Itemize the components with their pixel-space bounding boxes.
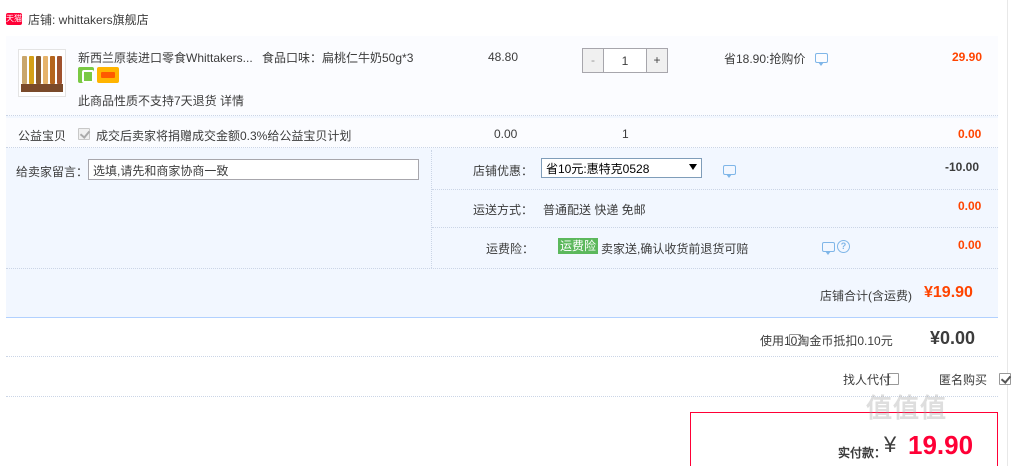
anonymous-purchase-label[interactable]: 匿名购买 <box>939 371 987 388</box>
shop-promo-select[interactable]: 省10元:惠特克0528 <box>541 158 702 178</box>
charity-text: 成交后卖家将捐赠成交金额0.3%给公益宝贝计划 <box>96 129 352 143</box>
payment-amount: 19.90 <box>908 430 974 460</box>
anonymous-purchase-checkbox[interactable] <box>998 373 1011 385</box>
shipping-amount: 0.00 <box>958 199 982 213</box>
product-thumbnail[interactable] <box>18 49 66 97</box>
insurance-label: 运费险： <box>486 242 535 256</box>
shop-promo-selected: 省10元:惠特克0528 <box>546 162 650 176</box>
shop-subtotal-amount: ¥19.90 <box>924 284 973 301</box>
return-policy-note[interactable]: 此商品性质不支持7天退货 详情 <box>78 92 244 109</box>
shop-promo-amount: -10.00 <box>945 160 980 174</box>
product-sku: 食品口味：扁桃仁牛奶50g*3 <box>262 51 414 65</box>
shop-subtotal-label: 店铺合计(含运费) <box>820 289 912 303</box>
option-separator <box>432 227 998 228</box>
payment-currency: ¥ <box>884 432 897 457</box>
product-title-link[interactable]: 新西兰原装进口零食Whittakers... <box>78 49 253 66</box>
insurance-icons: ? <box>822 240 850 255</box>
unit-price: 48.80 <box>488 50 519 64</box>
charity-total: 0.00 <box>958 127 982 141</box>
right-edge-line <box>1007 0 1008 466</box>
seller-message-label: 给卖家留言： <box>16 165 89 179</box>
dropdown-arrow-icon <box>689 164 697 170</box>
charity-label: 公益宝贝 <box>18 129 67 143</box>
charity-quantity: 1 <box>622 127 629 141</box>
promo-chat-icon[interactable] <box>723 165 737 178</box>
seller-message-placeholder: 选填,请先和商家协商一致 <box>93 164 229 178</box>
card-icon[interactable] <box>97 67 119 83</box>
discount-text: 省18.90:抢购价 <box>724 52 806 66</box>
proxy-pay-label[interactable]: 找人代付 <box>843 371 891 388</box>
insurance-amount: 0.00 <box>958 238 982 252</box>
service-icons <box>78 67 119 83</box>
charity-checkbox <box>78 128 90 140</box>
option-separator <box>432 189 998 190</box>
discount-info: 省18.90:抢购价 <box>724 50 828 67</box>
quantity-minus-button[interactable]: - <box>583 49 604 72</box>
quantity-plus-button[interactable]: + <box>646 49 667 72</box>
insurance-badge: 运费险 <box>558 238 599 254</box>
line-total: 29.90 <box>952 50 983 64</box>
tmall-icon: 天猫 <box>6 13 22 25</box>
charity-price: 0.00 <box>494 127 518 141</box>
shop-promo-label: 店铺优惠： <box>473 164 534 178</box>
guarantee-icon[interactable] <box>78 67 94 83</box>
shop-header: 天猫 店铺: whittakers旗舰店 <box>6 8 149 30</box>
subtotal-separator <box>6 268 998 269</box>
insurance-chat-icon[interactable] <box>822 241 835 255</box>
chat-icon[interactable] <box>814 53 828 66</box>
shop-name-link[interactable]: 店铺: whittakers旗舰店 <box>28 11 149 28</box>
quantity-stepper: - + <box>582 48 668 73</box>
shipping-label: 运送方式： <box>473 203 534 217</box>
row-separator <box>6 356 998 357</box>
shipping-method: 普通配送 快递 免邮 <box>543 203 646 217</box>
payment-label: 实付款： <box>838 446 887 460</box>
seller-message-input[interactable]: 选填,请先和商家协商一致 <box>88 159 419 180</box>
quantity-input[interactable] <box>604 49 646 72</box>
coin-deduct-amount: ¥0.00 <box>930 328 976 348</box>
insurance-text: 卖家送,确认收货前退货可赔 <box>601 242 749 256</box>
coin-deduct-label[interactable]: 使用10淘金币抵扣0.10元 <box>760 332 893 349</box>
watermark-logo: 值值值 <box>866 393 948 423</box>
row-separator <box>6 396 998 397</box>
column-divider <box>431 150 432 268</box>
help-icon[interactable]: ? <box>837 240 850 253</box>
